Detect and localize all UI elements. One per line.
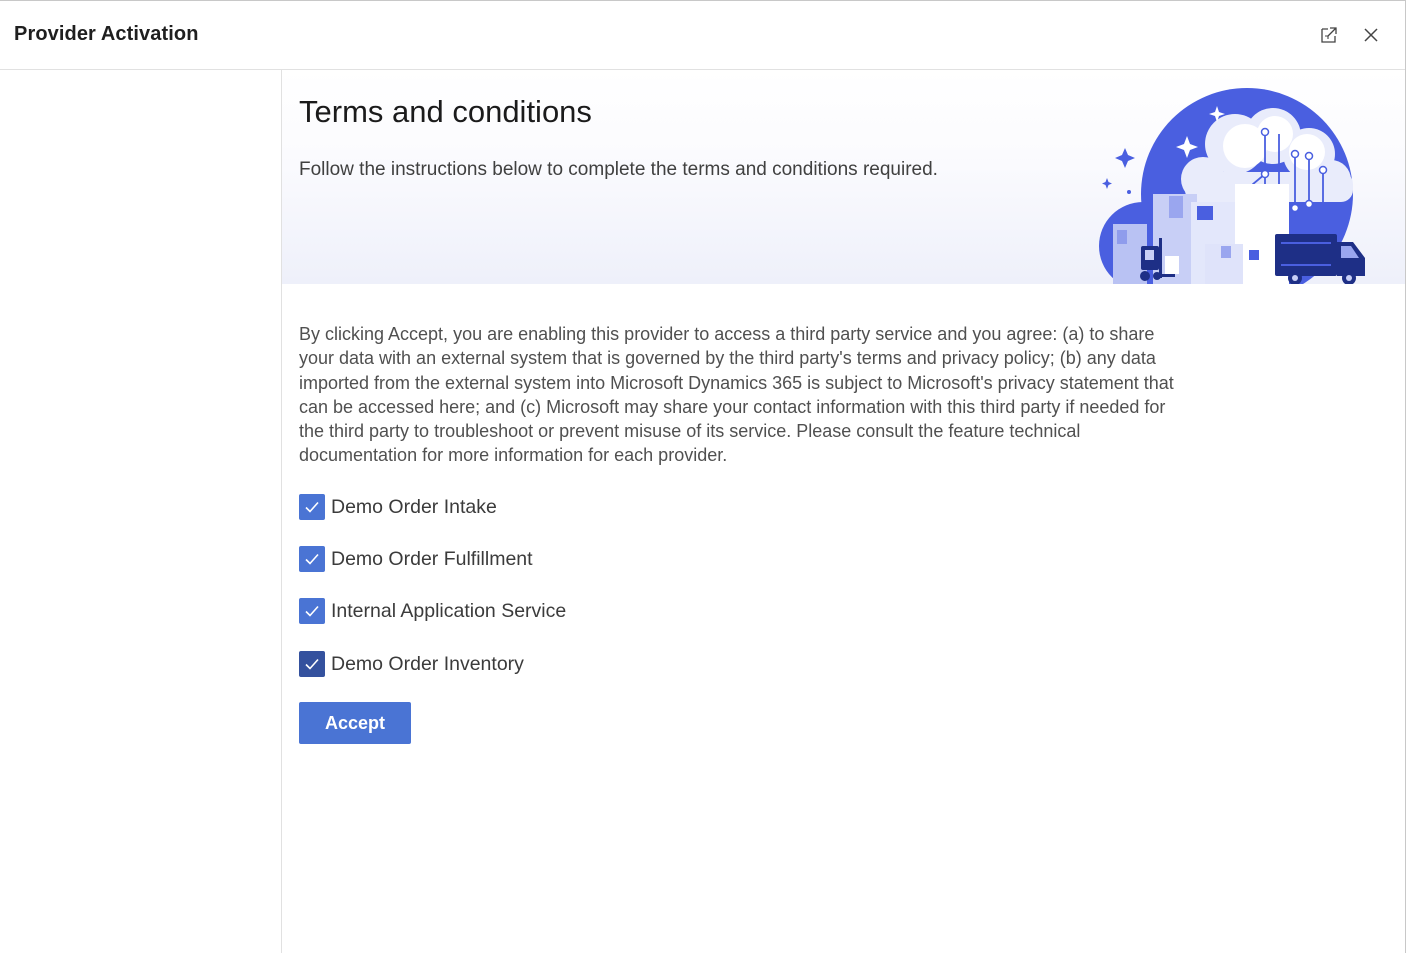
accept-button[interactable]: Accept bbox=[299, 702, 411, 744]
popout-button[interactable] bbox=[1317, 23, 1341, 47]
dialog-title: Provider Activation bbox=[14, 23, 199, 45]
hero-banner: Terms and conditions Follow the instruct… bbox=[282, 70, 1405, 284]
cloud-logistics-illustration bbox=[1099, 88, 1365, 284]
checkmark-icon bbox=[305, 501, 319, 513]
close-icon bbox=[1364, 28, 1378, 42]
checkbox-checked[interactable] bbox=[299, 546, 325, 572]
provider-checkbox-demo-order-inventory[interactable]: Demo Order Inventory bbox=[299, 650, 524, 678]
checkbox-label: Demo Order Inventory bbox=[331, 652, 524, 675]
popout-icon bbox=[1321, 27, 1337, 43]
checkbox-label: Demo Order Fulfillment bbox=[331, 547, 533, 570]
page-subtitle: Follow the instructions below to complet… bbox=[299, 159, 938, 180]
checkbox-checked[interactable] bbox=[299, 494, 325, 520]
left-navigation-pane bbox=[0, 70, 282, 953]
provider-checkbox-internal-application-service[interactable]: Internal Application Service bbox=[299, 597, 566, 625]
checkmark-icon bbox=[305, 553, 319, 565]
provider-checkbox-demo-order-fulfillment[interactable]: Demo Order Fulfillment bbox=[299, 545, 533, 573]
main-content: Terms and conditions Follow the instruct… bbox=[282, 70, 1405, 953]
checkmark-icon bbox=[305, 658, 319, 670]
dialog-titlebar: Provider Activation bbox=[0, 1, 1405, 70]
terms-text: By clicking Accept, you are enabling thi… bbox=[299, 324, 1174, 466]
checkbox-label: Demo Order Intake bbox=[331, 495, 497, 518]
provider-activation-dialog: Provider Activation Terms and conditions… bbox=[0, 0, 1406, 953]
checkbox-label: Internal Application Service bbox=[331, 599, 567, 622]
close-button[interactable] bbox=[1359, 23, 1383, 47]
page-title: Terms and conditions bbox=[299, 94, 592, 129]
provider-checkbox-demo-order-intake[interactable]: Demo Order Intake bbox=[299, 493, 497, 521]
checkbox-checked[interactable] bbox=[299, 651, 325, 677]
checkmark-icon bbox=[305, 605, 319, 617]
checkbox-checked[interactable] bbox=[299, 598, 325, 624]
